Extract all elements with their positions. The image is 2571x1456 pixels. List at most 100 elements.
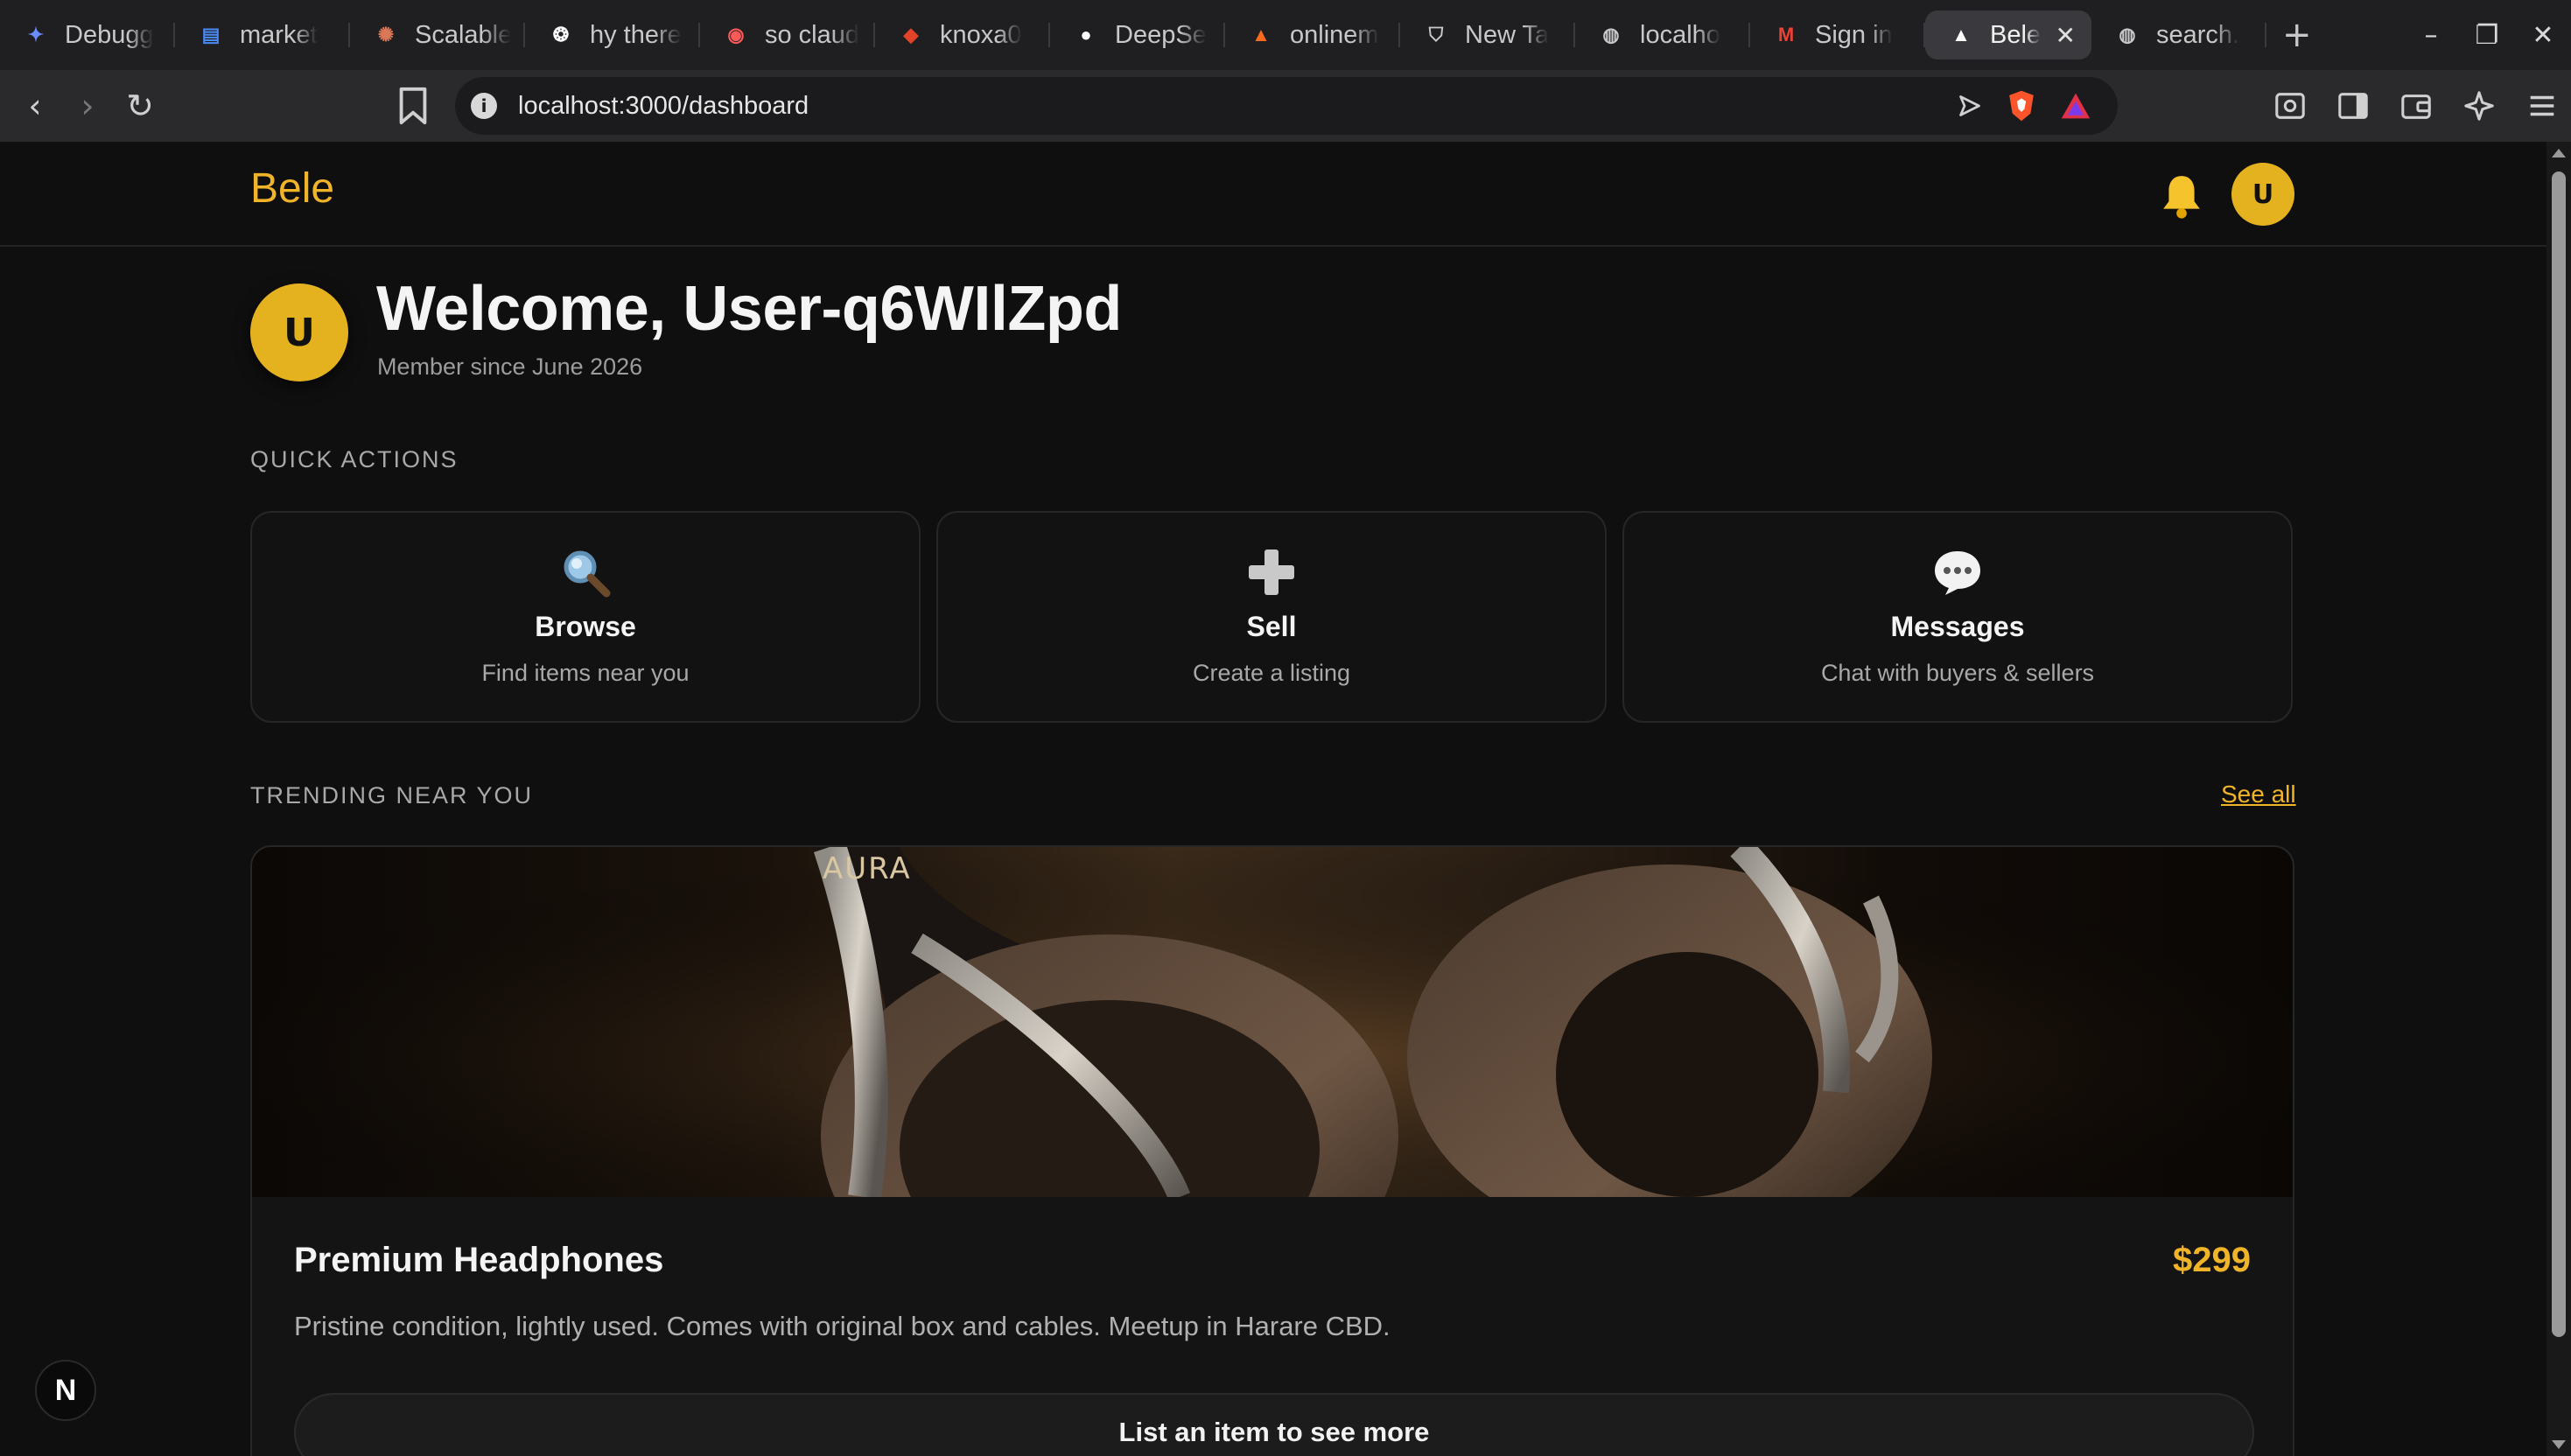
- action-subtitle: Find items near you: [481, 660, 690, 686]
- menu-icon[interactable]: [2525, 89, 2559, 122]
- address-bar-actions: [1957, 77, 2091, 135]
- screenshot-icon[interactable]: [2273, 89, 2307, 122]
- tab-label: knoxa0: [940, 20, 1022, 49]
- tab-label: DeepSe: [1115, 20, 1207, 49]
- headphones-image: AURA: [252, 847, 2293, 1337]
- dashboard-page: Bele U U Welcome, User-q6WIlZpd Member s…: [0, 142, 2546, 1456]
- browser-tab[interactable]: ▤ market: [175, 10, 350, 60]
- docs-icon: ▤: [201, 24, 221, 46]
- sell-action-card[interactable]: Sell Create a listing: [936, 511, 1607, 723]
- openai-icon: ❂: [552, 24, 570, 46]
- claude-burst-icon: ✺: [377, 24, 395, 46]
- triangle-icon: ▲: [1951, 24, 1971, 46]
- tab-label: market: [240, 20, 318, 49]
- action-title: Browse: [535, 611, 636, 642]
- bookmark-icon[interactable]: [396, 86, 431, 126]
- address-bar[interactable]: i localhost:3000/dashboard: [455, 77, 2118, 135]
- browser-tab[interactable]: ◉ so claud: [700, 10, 875, 60]
- url-text[interactable]: localhost:3000/dashboard: [518, 92, 809, 121]
- back-button[interactable]: ‹: [9, 87, 61, 125]
- globe-icon: ◍: [2119, 24, 2136, 46]
- scroll-down-arrow[interactable]: [2552, 1440, 2566, 1449]
- maximize-button[interactable]: ❐: [2459, 20, 2515, 51]
- browser-tab[interactable]: M Sign in: [1750, 10, 1925, 60]
- tab-label: Scalable: [415, 20, 511, 49]
- listing-card[interactable]: AURA Premium Headphones $299 Pristine co…: [250, 845, 2294, 1456]
- action-title: Sell: [1246, 611, 1297, 642]
- forward-button[interactable]: ›: [61, 87, 114, 125]
- tab-label: New Ta: [1465, 20, 1550, 49]
- tab-label: Debugg: [65, 20, 154, 49]
- tab-label: Sign in: [1815, 20, 1893, 49]
- browser-tab[interactable]: ✺ Scalable: [350, 10, 525, 60]
- action-subtitle: Chat with buyers & sellers: [1820, 660, 2095, 686]
- browser-tab[interactable]: ⛉ New Ta: [1400, 10, 1575, 60]
- listing-description: Pristine condition, lightly used. Comes …: [294, 1311, 1391, 1341]
- globe-icon: ◍: [1602, 24, 1620, 46]
- listing-image[interactable]: AURA: [252, 847, 2293, 1337]
- browser-tab[interactable]: ◍ localho: [1575, 10, 1750, 60]
- tab-strip: ✦ Debugg ▤ market ✺ Scalable ❂ hy there ◉ so clau…: [0, 0, 2266, 70]
- shield-icon: ⛉: [1428, 24, 1444, 46]
- tab-label: search.: [2156, 20, 2240, 49]
- site-info-icon[interactable]: i: [471, 93, 497, 119]
- leo-ai-icon[interactable]: [2462, 89, 2496, 122]
- close-tab-icon[interactable]: ✕: [2056, 21, 2076, 50]
- magnifier-icon: [252, 546, 919, 598]
- brave-rewards-icon[interactable]: [2060, 91, 2091, 121]
- browser-tab[interactable]: ◍ search.: [2091, 10, 2266, 60]
- sidebar-toggle-icon[interactable]: [2336, 89, 2370, 122]
- brave-shield-icon[interactable]: [2006, 89, 2037, 122]
- fire-icon: ▲: [1251, 24, 1271, 46]
- gemini-sparkle-icon: ✦: [27, 24, 45, 46]
- gitlab-icon: ◆: [903, 24, 919, 46]
- close-window-button[interactable]: ✕: [2515, 20, 2571, 51]
- action-title: Messages: [1890, 611, 2025, 642]
- listing-price: $299: [2173, 1241, 2251, 1279]
- reload-button[interactable]: ↻: [114, 87, 166, 125]
- wallet-icon[interactable]: [2399, 89, 2433, 122]
- brand-logo[interactable]: Bele: [250, 164, 334, 213]
- bell-icon[interactable]: [2160, 172, 2203, 220]
- quick-actions-label: QUICK ACTIONS: [250, 446, 459, 472]
- member-since-text: Member since June 2026: [377, 354, 643, 380]
- browser-tab[interactable]: ▲ Bele ✕: [1925, 10, 2091, 60]
- scroll-up-arrow[interactable]: [2552, 149, 2566, 158]
- trending-label: TRENDING NEAR YOU: [250, 782, 534, 808]
- new-tab-button[interactable]: +: [2282, 15, 2312, 55]
- github-icon: ●: [1080, 24, 1092, 46]
- scrollbar-thumb[interactable]: [2552, 172, 2566, 1337]
- page-scrollbar[interactable]: [2546, 142, 2571, 1456]
- tab-label: hy there: [590, 20, 682, 49]
- window-controls: – ❐ ✕: [2403, 0, 2571, 70]
- browser-tab[interactable]: ◆ knoxa0: [875, 10, 1050, 60]
- tab-label: onlinem: [1290, 20, 1379, 49]
- headphones-brand-text: AURA: [823, 851, 912, 886]
- nextjs-dev-badge[interactable]: N: [35, 1360, 96, 1421]
- speech-bubble-icon: [1624, 546, 2291, 598]
- browser-tab[interactable]: ● DeepSe: [1050, 10, 1225, 60]
- browser-tab[interactable]: ❂ hy there: [525, 10, 700, 60]
- record-icon: ◉: [727, 24, 745, 46]
- tab-label: so claud: [765, 20, 860, 49]
- tab-label: Bele: [1990, 20, 2042, 49]
- browser-tab[interactable]: ▲ onlinem: [1225, 10, 1400, 60]
- profile-avatar: U: [250, 284, 348, 382]
- send-icon[interactable]: [1957, 93, 1983, 119]
- toolbar-extensions: [2273, 70, 2559, 142]
- messages-action-card[interactable]: Messages Chat with buyers & sellers: [1622, 511, 2293, 723]
- browser-tab-bar: ✦ Debugg ▤ market ✺ Scalable ❂ hy there ◉ so clau…: [0, 0, 2571, 70]
- action-subtitle: Create a listing: [1192, 660, 1351, 686]
- listing-title[interactable]: Premium Headphones: [294, 1241, 663, 1280]
- minimize-button[interactable]: –: [2403, 20, 2459, 51]
- plus-icon: [938, 546, 1605, 598]
- browser-tab[interactable]: ✦ Debugg: [0, 10, 175, 60]
- user-avatar-button[interactable]: U: [2231, 163, 2294, 226]
- app-header: Bele U: [0, 142, 2546, 247]
- browse-action-card[interactable]: Browse Find items near you: [250, 511, 921, 723]
- see-all-link[interactable]: See all: [2221, 780, 2296, 808]
- browser-toolbar: ‹ › ↻ i localhost:3000/dashboard: [0, 70, 2571, 142]
- gmail-icon: M: [1777, 24, 1795, 46]
- list-item-button[interactable]: List an item to see more: [294, 1393, 2254, 1456]
- tab-label: localho: [1640, 20, 1720, 49]
